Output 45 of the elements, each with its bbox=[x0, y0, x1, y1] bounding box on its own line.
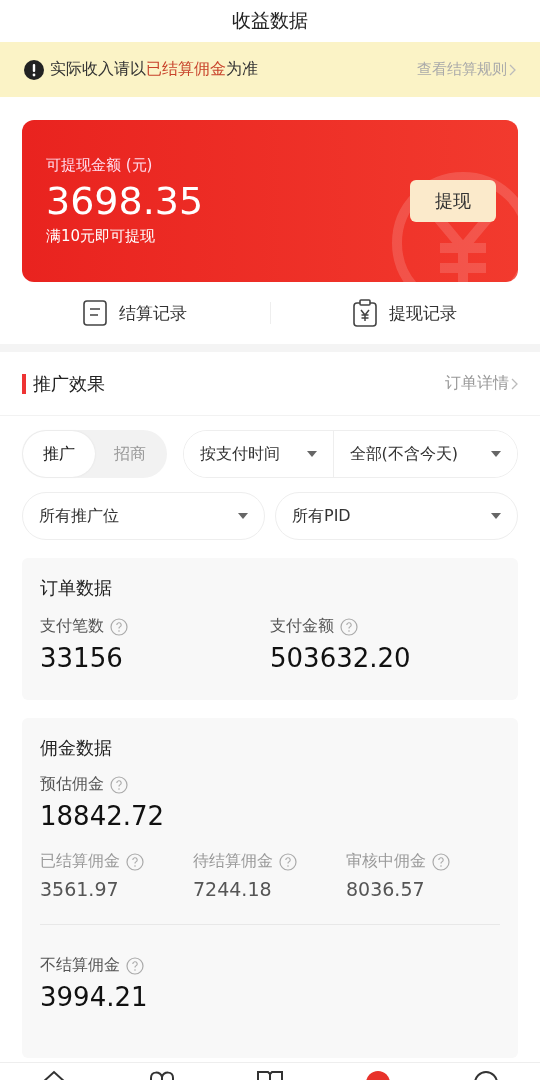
card-title: 佣金数据 bbox=[40, 736, 113, 760]
stat-label: 待结算佣金 bbox=[193, 851, 273, 872]
help-icon[interactable] bbox=[432, 852, 450, 871]
help-icon[interactable] bbox=[126, 852, 144, 871]
help-icon[interactable] bbox=[340, 617, 358, 636]
withdraw-button[interactable]: 提现 bbox=[410, 180, 496, 222]
help-icon[interactable] bbox=[126, 956, 144, 975]
document-icon bbox=[82, 300, 107, 326]
caret-icon bbox=[306, 451, 317, 457]
clipboard-yen-icon bbox=[353, 299, 378, 327]
balance-hint: 满10元即可提现 bbox=[46, 227, 157, 246]
chevron-icon bbox=[511, 377, 518, 390]
filter-dropdown[interactable]: 全部(不含今天) bbox=[332, 431, 517, 477]
stat-value: 3561.97 bbox=[40, 878, 120, 900]
stat-label: 预估佣金 bbox=[40, 774, 104, 795]
stat-value: 3994.21 bbox=[40, 982, 149, 1012]
caret-icon bbox=[238, 513, 248, 519]
section-title: 推广效果 bbox=[22, 373, 105, 394]
caret-icon bbox=[491, 513, 501, 519]
help-icon[interactable] bbox=[110, 775, 128, 794]
record-link[interactable]: 提现记录 bbox=[270, 299, 540, 327]
filter-dropdown[interactable]: 所有推广位 bbox=[22, 492, 265, 540]
alert-icon bbox=[24, 59, 44, 80]
card-title: 订单数据 bbox=[40, 576, 113, 600]
record-link[interactable]: 结算记录 bbox=[0, 300, 270, 326]
stat-label: 审核中佣金 bbox=[346, 851, 426, 872]
stat-label: 已结算佣金 bbox=[40, 851, 120, 872]
page-title: 收益数据 bbox=[231, 8, 309, 33]
stat-label: 不结算佣金 bbox=[40, 955, 120, 976]
help-icon[interactable] bbox=[110, 617, 128, 636]
stat-value: 7244.18 bbox=[193, 878, 273, 900]
stat-value: 503632.20 bbox=[270, 643, 412, 673]
stat-value: 8036.57 bbox=[346, 878, 426, 900]
balance-amount: 3698.35 bbox=[46, 179, 204, 223]
stat-value: 33156 bbox=[40, 643, 124, 673]
filter-dropdown[interactable]: 所有PID bbox=[275, 492, 518, 540]
balance-label: 可提现金额 (元) bbox=[46, 156, 154, 175]
stat-value: 18842.72 bbox=[40, 801, 166, 831]
caret-icon bbox=[491, 451, 501, 457]
chevron-icon bbox=[509, 63, 516, 76]
help-icon[interactable] bbox=[279, 852, 297, 871]
stat-label: 支付笔数 bbox=[40, 616, 104, 637]
notice-text: 实际收入请以已结算佣金为准 bbox=[50, 59, 258, 80]
stat-label: 支付金额 bbox=[270, 616, 334, 637]
segment-tab[interactable]: 推广 bbox=[23, 431, 95, 477]
